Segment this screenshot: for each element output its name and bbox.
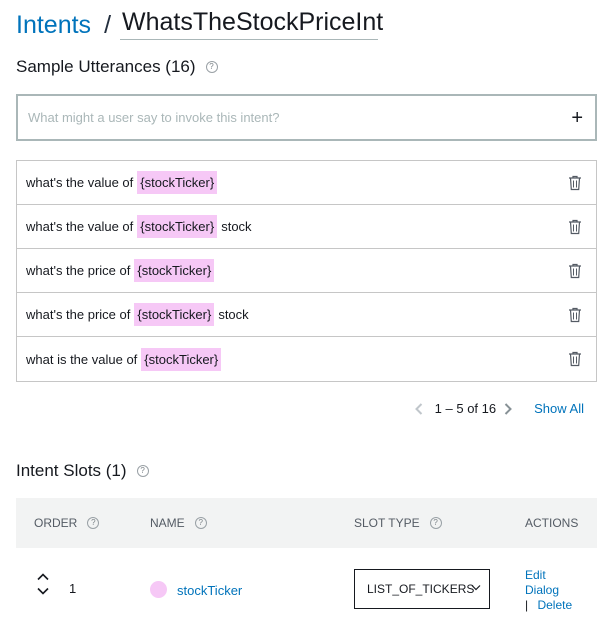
intent-slots-label: Intent Slots (1) xyxy=(16,461,127,480)
actions-separator: | xyxy=(525,598,529,612)
column-order: ORDER ? xyxy=(34,498,100,548)
utterance-text[interactable]: what's the value of {stockTicker} stock xyxy=(26,215,568,238)
column-actions: ACTIONS xyxy=(525,498,578,548)
column-slot-type-label: SLOT TYPE xyxy=(354,516,420,530)
pagination-range: 1 – 5 of 16 xyxy=(434,401,497,416)
list-item: what's the price of {stockTicker} xyxy=(17,249,596,293)
sample-utterances-title: Sample Utterances (16) ? xyxy=(16,57,218,77)
utterance-input-container: + xyxy=(16,94,597,141)
utterance-prefix: what is the value of xyxy=(26,351,138,367)
trash-icon[interactable] xyxy=(568,263,582,279)
utterance-input[interactable] xyxy=(28,110,572,125)
reorder-up-icon[interactable] xyxy=(37,573,49,581)
slot-order: 1 xyxy=(69,581,77,596)
table-row: 1 stockTicker LIST_OF_TICKERS Edit Dialo… xyxy=(16,548,597,623)
chevron-down-icon xyxy=(471,585,481,591)
list-item: what is the value of {stockTicker} xyxy=(17,337,596,381)
reorder-down-icon[interactable] xyxy=(37,587,49,595)
help-icon[interactable]: ? xyxy=(429,517,442,529)
help-icon[interactable]: ? xyxy=(194,517,207,529)
utterance-text[interactable]: what's the price of {stockTicker} xyxy=(26,259,568,282)
breadcrumb-separator: / xyxy=(104,11,112,39)
column-name: NAME ? xyxy=(150,498,207,548)
utterance-prefix: what's the price of xyxy=(26,307,131,322)
utterance-prefix: what's the price of xyxy=(26,263,131,278)
utterance-text[interactable]: what's the value of {stockTicker} xyxy=(26,171,568,194)
list-item: what's the value of {stockTicker} stock xyxy=(17,205,596,249)
slot-type-select[interactable]: LIST_OF_TICKERS xyxy=(354,569,490,609)
utterance-list: what's the value of {stockTicker} what's… xyxy=(16,160,597,382)
help-icon[interactable]: ? xyxy=(87,517,100,529)
slot-color-dot xyxy=(150,581,167,598)
breadcrumb: Intents / WhatsTheStockPriceInt xyxy=(16,6,383,40)
utterance-text[interactable]: what is the value of {stockTicker} xyxy=(26,347,568,371)
utterance-suffix: stock xyxy=(221,219,252,234)
reorder-handle[interactable] xyxy=(37,573,49,595)
chevron-left-icon[interactable] xyxy=(414,402,423,415)
list-item: what's the value of {stockTicker} xyxy=(17,161,596,205)
utterance-suffix: stock xyxy=(218,307,249,322)
slot-name-link[interactable]: stockTicker xyxy=(177,583,242,598)
show-all-link[interactable]: Show All xyxy=(534,401,584,416)
column-order-label: ORDER xyxy=(34,516,78,530)
plus-icon[interactable]: + xyxy=(571,108,583,128)
slot-chip: {stockTicker} xyxy=(141,347,222,371)
utterance-prefix: what's the value of xyxy=(26,219,134,234)
slot-chip: {stockTicker} xyxy=(137,215,218,238)
help-icon[interactable]: ? xyxy=(205,61,218,73)
list-item: what's the price of {stockTicker} stock xyxy=(17,293,596,337)
intent-slots-title: Intent Slots (1) ? xyxy=(16,461,149,481)
column-slot-type: SLOT TYPE ? xyxy=(354,498,442,548)
breadcrumb-intents-link[interactable]: Intents xyxy=(16,10,91,40)
column-name-label: NAME xyxy=(150,516,185,530)
slot-chip: {stockTicker} xyxy=(137,171,218,194)
slot-actions: Edit Dialog | Delete xyxy=(525,568,572,613)
pagination: 1 – 5 of 16 Show All xyxy=(414,401,584,416)
slot-chip: {stockTicker} xyxy=(134,259,215,282)
slots-table-header: ORDER ? NAME ? SLOT TYPE ? ACTIONS xyxy=(16,498,597,548)
sample-utterances-label: Sample Utterances (16) xyxy=(16,57,196,76)
utterance-text[interactable]: what's the price of {stockTicker} stock xyxy=(26,303,568,326)
trash-icon[interactable] xyxy=(568,307,582,323)
help-icon[interactable]: ? xyxy=(136,465,149,477)
trash-icon[interactable] xyxy=(568,351,582,367)
utterance-prefix: what's the value of xyxy=(26,175,134,190)
delete-link[interactable]: Delete xyxy=(537,598,572,612)
slot-type-value: LIST_OF_TICKERS xyxy=(367,582,475,596)
intent-name-field[interactable]: WhatsTheStockPriceInt xyxy=(120,7,383,40)
edit-dialog-link[interactable]: Edit Dialog xyxy=(525,568,565,598)
trash-icon[interactable] xyxy=(568,219,582,235)
chevron-right-icon[interactable] xyxy=(504,402,513,415)
slot-chip: {stockTicker} xyxy=(134,303,215,326)
trash-icon[interactable] xyxy=(568,175,582,191)
column-actions-label: ACTIONS xyxy=(525,516,579,530)
